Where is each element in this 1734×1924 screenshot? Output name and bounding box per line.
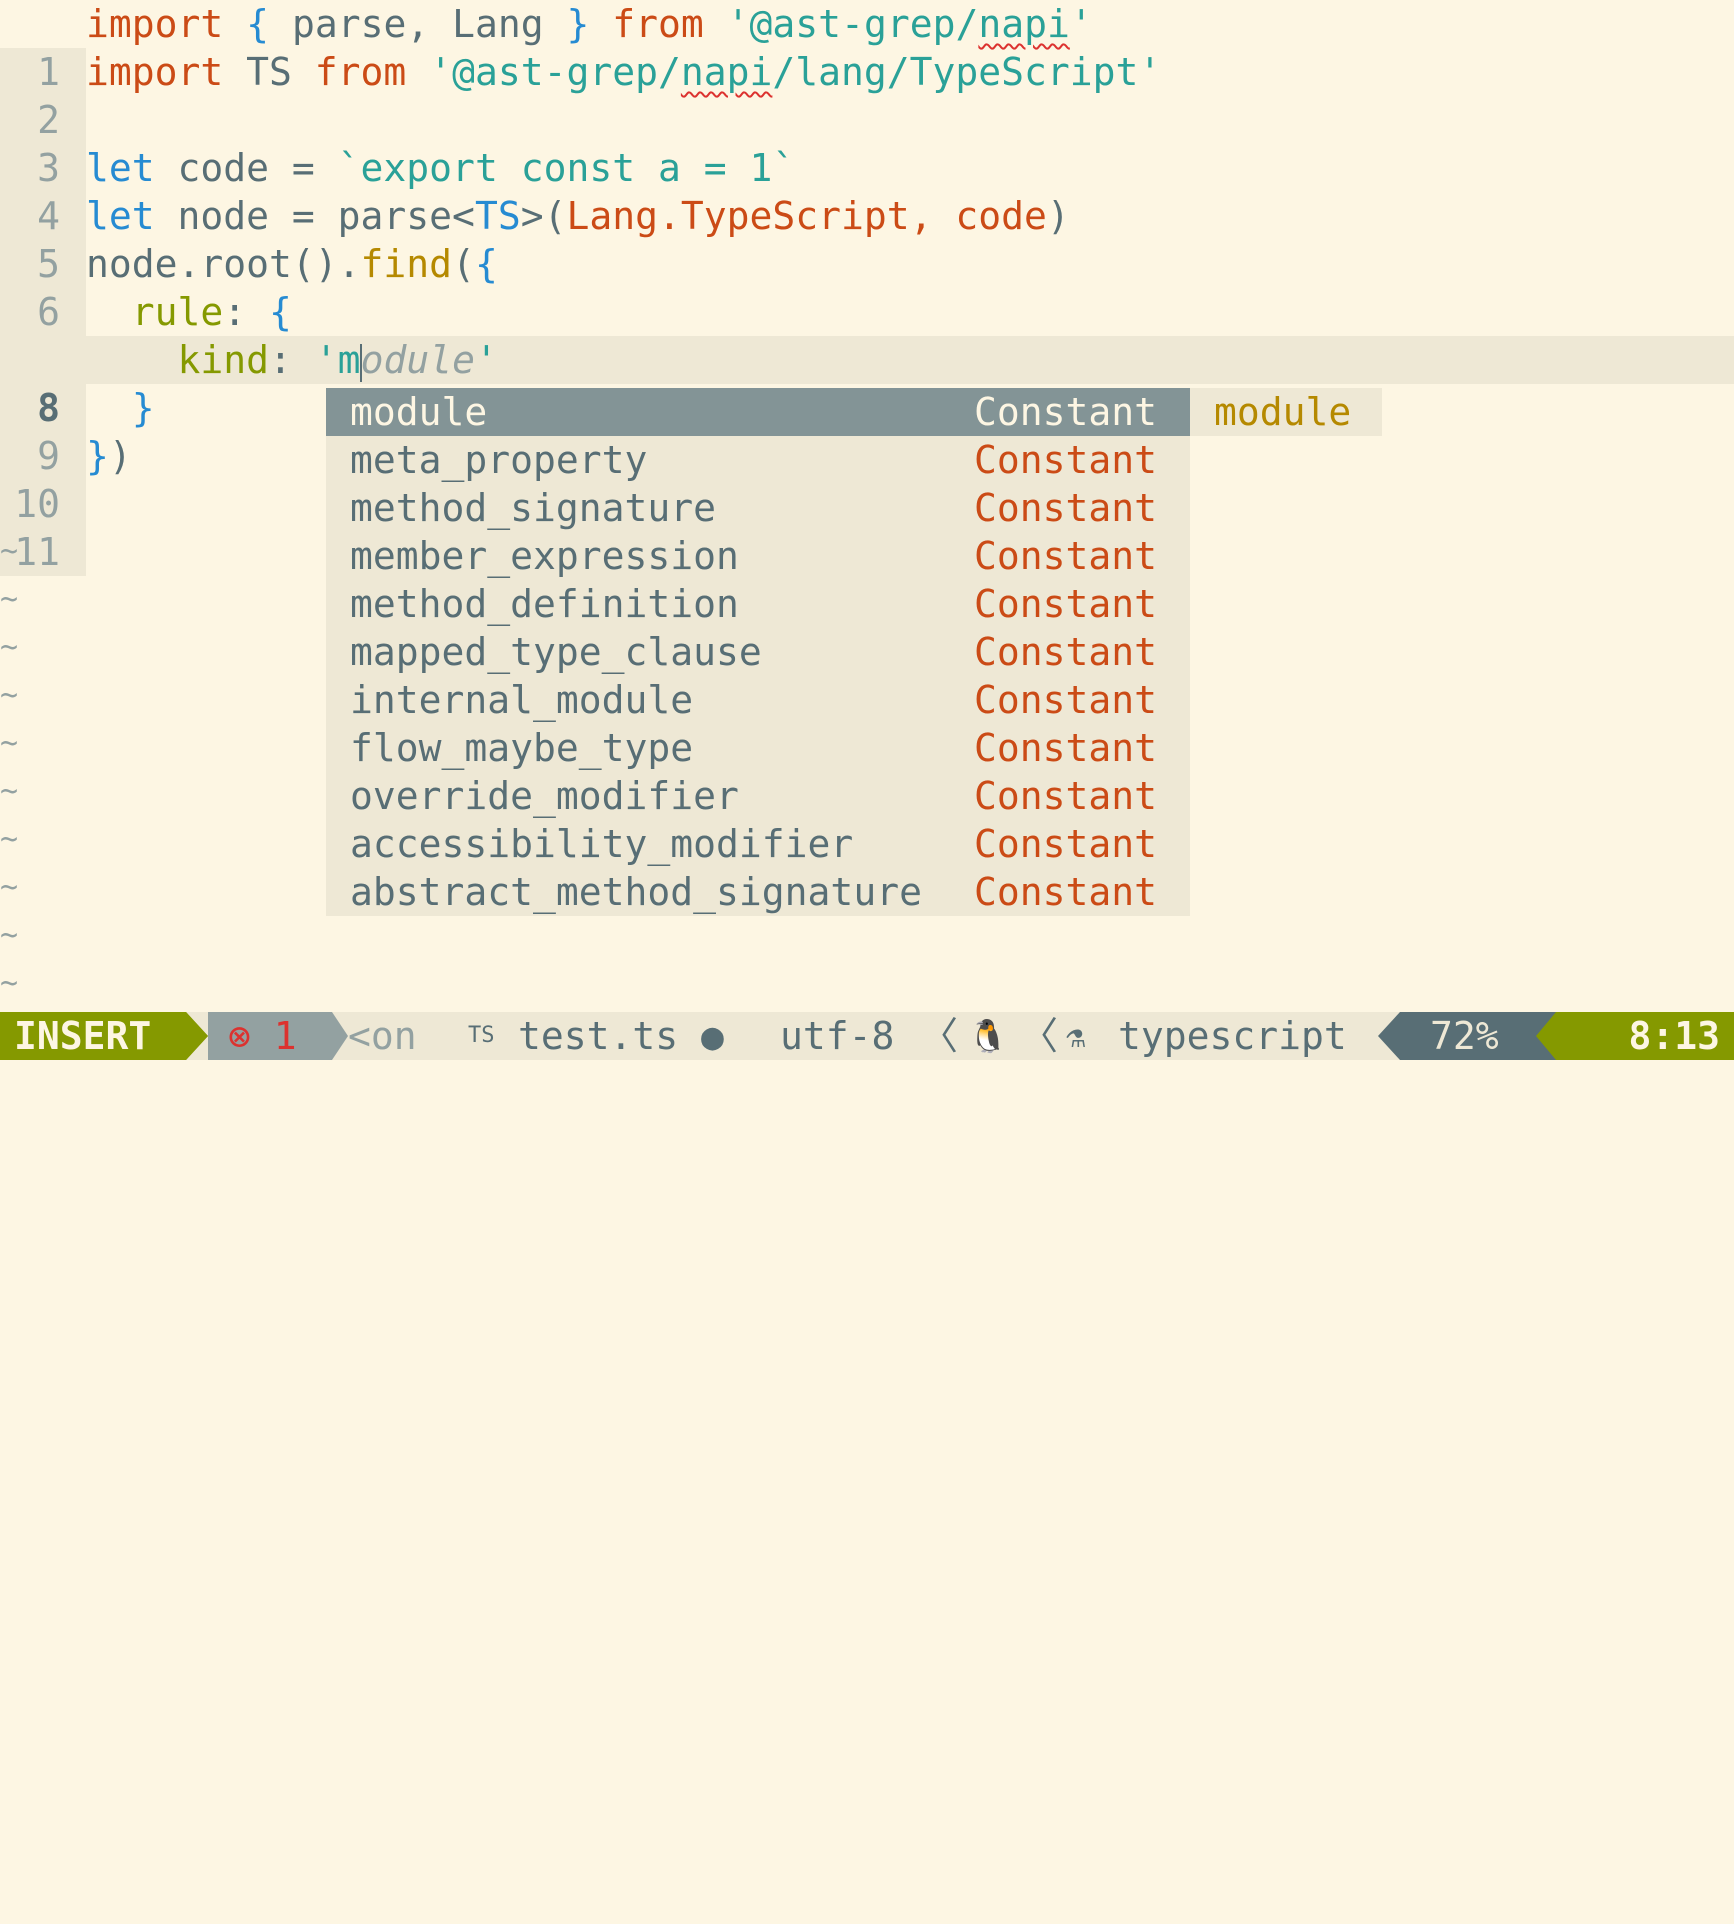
code-line-6[interactable]: 6 node.root().find({ [0, 240, 1734, 336]
empty-line-tilde: ~ [0, 822, 19, 857]
completion-item[interactable]: mapped_type_clause Constant [326, 628, 1190, 676]
code-text: kind: 'module' [177, 338, 498, 382]
completion-item[interactable]: meta_property Constant [326, 436, 1190, 484]
code-text: let code = `export const a = 1` [86, 146, 796, 190]
completion-item[interactable]: override_modifier Constant [326, 772, 1190, 820]
empty-line-tilde: ~ [0, 870, 19, 905]
typescript-file-icon: TS [468, 1023, 495, 1048]
code-text: }) [86, 434, 132, 478]
completion-item[interactable]: abstract_method_signature Constant [326, 868, 1190, 916]
truncated-segment: <on [348, 1014, 417, 1058]
code-text: import { parse, Lang } from '@ast-grep/n… [86, 2, 1093, 46]
statusline: INSERT ⊗ 1 <on TS test.ts ● utf-8 〈 🐧 〈 … [0, 1012, 1734, 1060]
code-text: import TS from '@ast-grep/napi/lang/Type… [86, 50, 1162, 94]
flask-icon: ⚗ [1066, 1017, 1086, 1055]
scroll-percent: 72% [1400, 1012, 1536, 1060]
code-text: } [131, 386, 155, 430]
diagnostics-indicator[interactable]: ⊗ 1 [208, 1012, 332, 1060]
powerline-arrow [1378, 1012, 1400, 1060]
empty-line-tilde: ~ [0, 726, 19, 761]
code-line-5[interactable]: 5 let node = parse<TS>(Lang.TypeScript, … [0, 192, 1734, 288]
completion-item[interactable]: method_signature Constant [326, 484, 1190, 532]
code-line-4[interactable]: 4 let code = `export const a = 1` [0, 144, 1734, 240]
code-text: rule: { [131, 290, 292, 334]
code-text: let node = parse<TS>(Lang.TypeScript, co… [86, 194, 1070, 238]
code-line-7[interactable]: 7 rule: { [0, 288, 1734, 384]
completion-item[interactable]: method_definition Constant [326, 580, 1190, 628]
empty-line-tilde: ~ [0, 582, 19, 617]
completion-doc-preview: module [1190, 388, 1382, 436]
file-language: typescript [1118, 1014, 1347, 1058]
cursor-position: 8:13 [1556, 1012, 1734, 1060]
separator-icon: 〈 [920, 1014, 959, 1058]
code-line-8-current[interactable]: 8 kind: 'module' [0, 336, 1734, 432]
code-line-2[interactable]: 2 import TS from '@ast-grep/napi/lang/Ty… [0, 48, 1734, 144]
code-line-1[interactable]: 1 import { parse, Lang } from '@ast-grep… [0, 0, 1734, 96]
code-text: node.root().find({ [86, 242, 498, 286]
code-line-3[interactable]: 3 [0, 96, 1734, 192]
completion-item[interactable]: accessibility_modifier Constant [326, 820, 1190, 868]
powerline-arrow [332, 1012, 348, 1060]
ghost-completion: odule [360, 338, 475, 382]
empty-line-tilde: ~ [0, 774, 19, 809]
powerline-arrow [186, 1012, 208, 1060]
mode-indicator: INSERT [0, 1012, 186, 1060]
empty-line-tilde: ~ [0, 966, 19, 1001]
error-icon: ⊗ [228, 1014, 251, 1058]
file-encoding: utf-8 [780, 1014, 895, 1058]
completion-item-selected[interactable]: module Constant [326, 388, 1190, 436]
powerline-arrow [1536, 1012, 1556, 1060]
separator-icon: 〈 [1020, 1014, 1059, 1058]
spell-error-squiggle: napi [680, 50, 773, 94]
completion-item[interactable]: internal_module Constant [326, 676, 1190, 724]
file-name: test.ts ● [518, 1014, 724, 1058]
empty-line-tilde: ~ [0, 534, 19, 569]
completion-item[interactable]: flow_maybe_type Constant [326, 724, 1190, 772]
completion-item[interactable]: member_expression Constant [326, 532, 1190, 580]
empty-line-tilde: ~ [0, 678, 19, 713]
completion-menu[interactable]: module Constant meta_property Constant met… [326, 388, 1190, 916]
empty-line-tilde: ~ [0, 918, 19, 953]
linux-icon: 🐧 [968, 1017, 1008, 1055]
spell-error-squiggle: napi [978, 2, 1070, 46]
empty-line-tilde: ~ [0, 630, 19, 665]
